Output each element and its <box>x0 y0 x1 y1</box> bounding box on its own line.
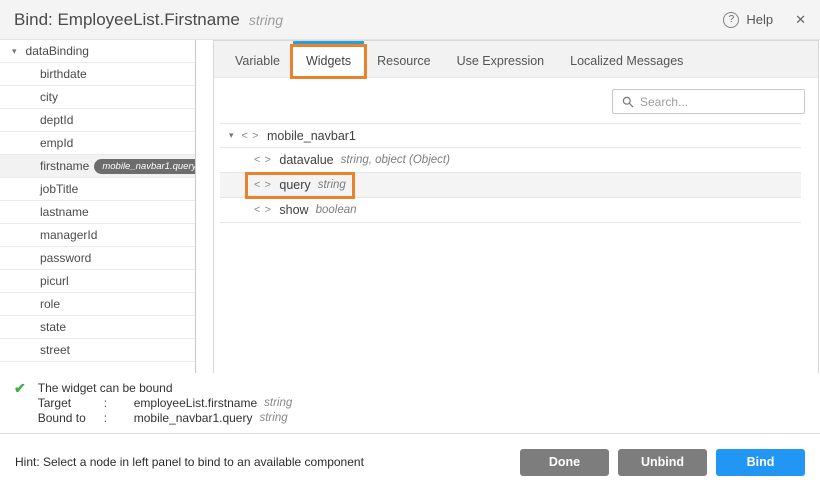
code-icon: < > <box>254 179 271 191</box>
sidebar-item-label: empId <box>40 136 73 150</box>
tab-widgets[interactable]: Widgets <box>293 41 364 77</box>
footer-buttons: Done Unbind Bind <box>520 449 805 476</box>
tree-node-label: show <box>279 203 308 217</box>
status-message: The widget can be bound <box>38 381 293 395</box>
tab-variable[interactable]: Variable <box>222 41 293 77</box>
widget-tree: ▾ < > mobile_navbar1 < > datavalue strin… <box>220 123 801 223</box>
tree-node-label: datavalue <box>279 153 333 167</box>
sidebar-item-label: managerId <box>40 228 97 242</box>
status-type: string <box>264 396 292 411</box>
status-label: Bound to <box>38 411 104 426</box>
sidebar-item-label: street <box>40 343 70 357</box>
tree-node-label: query <box>279 178 310 192</box>
dialog-footer: Hint: Select a node in left panel to bin… <box>0 434 820 490</box>
sidebar-item-label: deptId <box>40 113 73 127</box>
done-button[interactable]: Done <box>520 449 609 476</box>
sidebar-root-databinding[interactable]: ▾ dataBinding <box>0 40 195 63</box>
dialog-title-type: string <box>249 12 283 28</box>
sidebar-item-role[interactable]: role <box>0 293 195 316</box>
help-icon[interactable]: ? <box>723 12 739 28</box>
bind-dialog: Bind: EmployeeList.Firstname string ? He… <box>0 0 820 490</box>
tree-node-type: boolean <box>316 204 357 216</box>
status-colon: : <box>104 411 134 426</box>
tab-label: Widgets <box>306 54 351 68</box>
dialog-title-group: Bind: EmployeeList.Firstname string <box>14 10 283 30</box>
tree-node-show[interactable]: < > show boolean <box>220 198 801 223</box>
search-icon <box>622 96 634 108</box>
code-icon: < > <box>254 204 271 216</box>
hint-text: Hint: Select a node in left panel to bin… <box>15 455 364 469</box>
sidebar-item-password[interactable]: password <box>0 247 195 270</box>
tree-node-datavalue[interactable]: < > datavalue string, object (Object) <box>220 148 801 173</box>
sidebar-item-birthdate[interactable]: birthdate <box>0 63 195 86</box>
unbind-button[interactable]: Unbind <box>618 449 707 476</box>
tab-label: Resource <box>377 54 431 68</box>
tab-label: Localized Messages <box>570 54 683 68</box>
tab-label: Variable <box>235 54 280 68</box>
tree-node-query-content: < > query string <box>245 173 355 197</box>
sidebar-item-city[interactable]: city <box>0 86 195 109</box>
sidebar-item-clipped[interactable] <box>0 362 195 373</box>
sidebar-item-label: state <box>40 320 66 334</box>
sidebar-item-label: role <box>40 297 60 311</box>
sidebar-item-label: password <box>40 251 91 265</box>
sidebar-item-label: birthdate <box>40 67 87 81</box>
sidebar-item-empid[interactable]: empId <box>0 132 195 155</box>
widgets-tab-content: ▾ < > mobile_navbar1 < > datavalue strin… <box>214 78 818 373</box>
tree-node-mobile-navbar1[interactable]: ▾ < > mobile_navbar1 <box>220 123 801 148</box>
search-box[interactable] <box>612 89 805 114</box>
help-link[interactable]: Help <box>746 12 773 27</box>
search-input[interactable] <box>640 95 790 109</box>
status-value: employeeList.firstname <box>134 396 257 411</box>
status-value: mobile_navbar1.query <box>134 411 253 426</box>
caret-down-icon[interactable]: ▾ <box>229 130 234 141</box>
tab-label: Use Expression <box>457 54 545 68</box>
sidebar-item-label: firstname <box>40 159 89 173</box>
data-binding-sidebar: ▾ dataBinding birthdate city deptId empI… <box>0 40 196 373</box>
status-row-target: Target : employeeList.firstname string <box>38 396 293 411</box>
sidebar-item-managerid[interactable]: managerId <box>0 224 195 247</box>
code-icon: < > <box>242 130 259 142</box>
status-label: Target <box>38 396 104 411</box>
tab-resource[interactable]: Resource <box>364 41 444 77</box>
status-colon: : <box>104 396 134 411</box>
success-check-icon: ✔ <box>14 380 26 426</box>
tree-node-type: string, object (Object) <box>341 154 450 166</box>
tab-localized-messages[interactable]: Localized Messages <box>557 41 696 77</box>
status-lines: The widget can be bound Target : employe… <box>38 381 293 426</box>
dialog-titlebar: Bind: EmployeeList.Firstname string ? He… <box>0 0 820 40</box>
tree-node-query[interactable]: < > query string <box>220 173 801 198</box>
status-row-bound-to: Bound to : mobile_navbar1.query string <box>38 411 293 426</box>
binding-badge: mobile_navbar1.query <box>94 159 196 174</box>
code-icon: < > <box>254 154 271 166</box>
sidebar-item-label: city <box>40 90 58 104</box>
close-icon[interactable]: ✕ <box>795 12 806 28</box>
caret-down-icon[interactable]: ▾ <box>12 46 17 57</box>
sidebar-item-street[interactable]: street <box>0 339 195 362</box>
question-glyph: ? <box>729 14 735 25</box>
binding-status: ✔ The widget can be bound Target : emplo… <box>0 381 292 426</box>
sidebar-item-picurl[interactable]: picurl <box>0 270 195 293</box>
tree-node-label: mobile_navbar1 <box>267 129 356 143</box>
sidebar-item-lastname[interactable]: lastname <box>0 201 195 224</box>
dialog-title: Bind: EmployeeList.Firstname <box>14 10 240 30</box>
bind-button[interactable]: Bind <box>716 449 805 476</box>
sidebar-item-label: lastname <box>40 205 89 219</box>
sidebar-item-label: picurl <box>40 274 69 288</box>
sidebar-item-jobtitle[interactable]: jobTitle <box>0 178 195 201</box>
sidebar-item-deptid[interactable]: deptId <box>0 109 195 132</box>
sidebar-root-label: dataBinding <box>26 44 89 58</box>
sidebar-item-firstname[interactable]: firstname mobile_navbar1.query <box>0 155 195 178</box>
tree-node-type: string <box>318 179 346 191</box>
tab-use-expression[interactable]: Use Expression <box>444 41 558 77</box>
bind-source-panel: Variable Widgets Resource Use Expression… <box>213 40 819 373</box>
sidebar-item-state[interactable]: state <box>0 316 195 339</box>
sidebar-item-label: jobTitle <box>40 182 78 196</box>
status-type: string <box>259 411 287 426</box>
tabbar: Variable Widgets Resource Use Expression… <box>214 41 818 78</box>
titlebar-actions: ? Help ✕ <box>723 12 806 28</box>
